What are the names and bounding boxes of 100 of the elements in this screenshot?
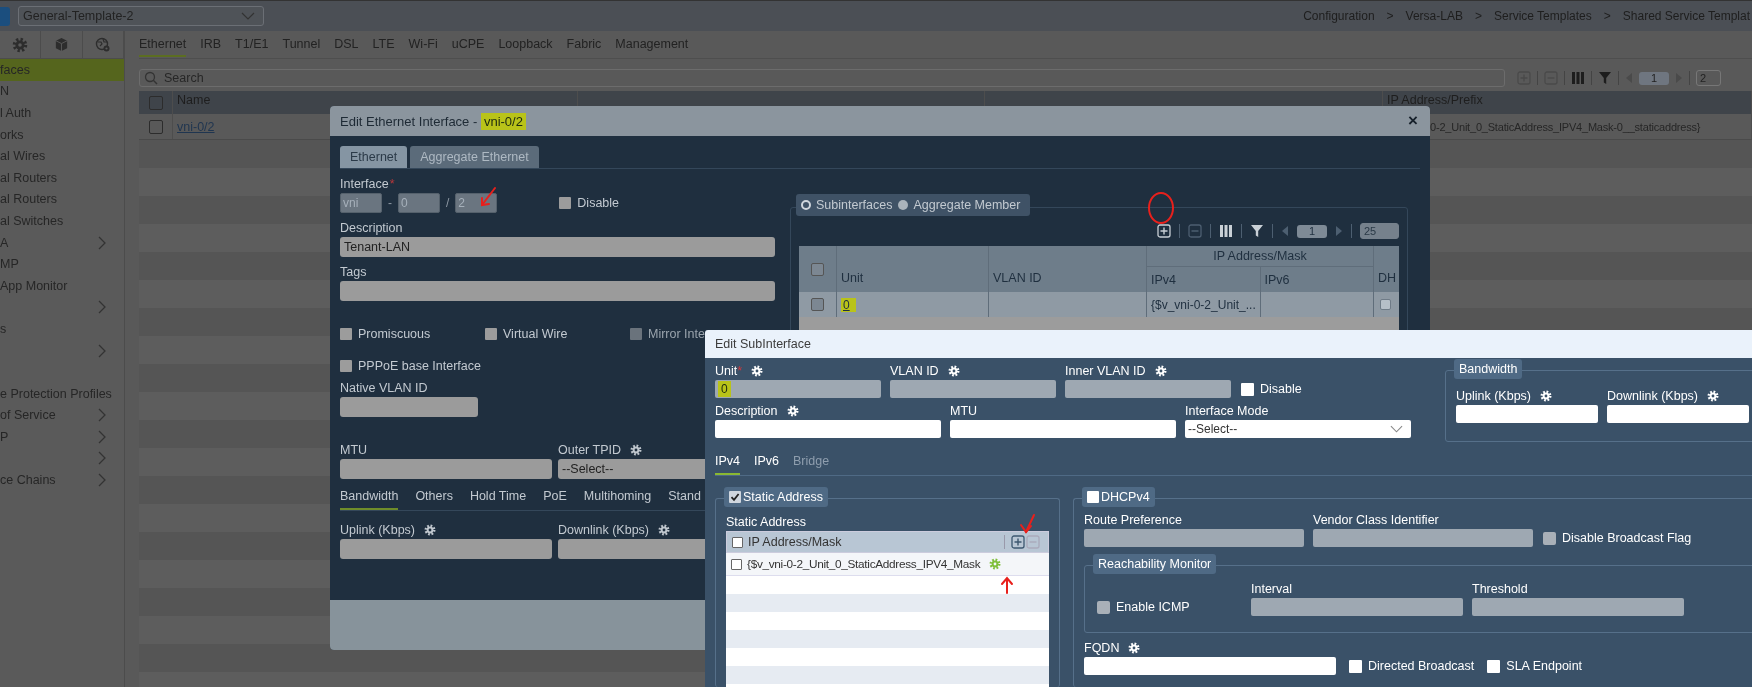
checkbox[interactable] xyxy=(485,328,497,340)
checkbox[interactable] xyxy=(811,298,824,311)
page-number-field[interactable]: 1 xyxy=(1639,71,1669,85)
tab[interactable]: Stand xyxy=(668,485,701,510)
input-field[interactable] xyxy=(1472,598,1684,616)
logo-icon[interactable] xyxy=(0,6,10,26)
tab[interactable]: Loopback xyxy=(498,32,553,57)
tab[interactable]: Aggregate Ethernet xyxy=(410,146,539,168)
breadcrumb-separator: > xyxy=(1603,9,1611,23)
chevron-right-icon[interactable] xyxy=(98,300,106,315)
sidebar-item[interactable]: faces xyxy=(0,62,30,77)
field-label: Interface* xyxy=(340,177,395,191)
select-field[interactable]: --Select-- xyxy=(1185,420,1411,438)
gear-icon[interactable] xyxy=(630,444,642,456)
input-field[interactable] xyxy=(715,420,941,438)
input-field[interactable] xyxy=(340,397,478,417)
gear-icon[interactable] xyxy=(424,524,437,536)
unit-link[interactable]: 0 xyxy=(841,297,856,312)
group-legend: DHCPv4 xyxy=(1101,490,1150,504)
column-header[interactable]: IPv6 xyxy=(1264,272,1290,287)
checkbox-label: Disable xyxy=(577,196,620,210)
input-field[interactable] xyxy=(340,281,775,301)
checkbox[interactable] xyxy=(1241,382,1254,396)
checkbox[interactable] xyxy=(1349,659,1362,673)
tab[interactable]: PoE xyxy=(543,485,567,510)
input-field[interactable] xyxy=(1607,405,1749,423)
previous-icon[interactable] xyxy=(1281,225,1289,237)
checkbox[interactable] xyxy=(732,536,743,548)
tab[interactable]: Ethernet xyxy=(340,146,408,168)
checkbox[interactable] xyxy=(811,262,824,276)
interface-link[interactable]: vni-0/2 xyxy=(177,119,215,134)
group-legend: Bandwidth xyxy=(1454,359,1523,379)
field-label: Static Address xyxy=(726,515,806,529)
input-field[interactable]: 2 xyxy=(455,193,498,213)
gear-icon[interactable] xyxy=(658,524,670,536)
column-header[interactable]: VLAN ID xyxy=(993,271,1042,285)
group-legend: Static Address xyxy=(743,490,823,504)
input-field[interactable] xyxy=(1084,657,1336,675)
filter-icon[interactable] xyxy=(1250,224,1264,238)
input-field[interactable] xyxy=(1084,529,1304,547)
next-icon[interactable] xyxy=(1335,225,1343,237)
input-field[interactable] xyxy=(1251,598,1463,616)
input-field[interactable] xyxy=(340,539,552,559)
chevron-right-icon[interactable] xyxy=(98,451,106,466)
chevron-down-icon xyxy=(241,12,255,20)
dialog-title: Edit Ethernet Interface - vni-0/2 xyxy=(340,113,526,129)
checkbox[interactable] xyxy=(340,360,352,372)
tab[interactable]: Ethernet xyxy=(139,32,187,57)
field-label: Inner VLAN ID xyxy=(1065,364,1146,378)
checkbox[interactable] xyxy=(1097,600,1110,614)
input-field[interactable]: 0 xyxy=(398,193,440,213)
tab[interactable]: Bandwidth xyxy=(340,485,399,510)
checkbox[interactable] xyxy=(1487,659,1501,673)
page-number-field[interactable]: 1 xyxy=(1297,224,1327,238)
checkbox[interactable] xyxy=(340,328,352,340)
input-field[interactable] xyxy=(1065,380,1231,398)
chevron-right-icon[interactable] xyxy=(98,429,106,444)
tab[interactable]: Others xyxy=(415,485,453,510)
field-label: MTU xyxy=(340,443,368,457)
radio-button[interactable] xyxy=(801,200,811,210)
checkbox[interactable] xyxy=(731,558,742,570)
radio-button[interactable] xyxy=(898,200,909,210)
checkbox[interactable] xyxy=(148,119,163,134)
input-field[interactable] xyxy=(1313,529,1533,547)
table-cell: {$v_vni-0-2_Unit_0_StaticAddress_IPV4_Mask xyxy=(747,557,981,571)
column-header[interactable]: Unit xyxy=(841,271,864,285)
column-header[interactable]: IPv4 xyxy=(1151,272,1176,287)
add-icon[interactable] xyxy=(1011,535,1025,549)
chevron-right-icon[interactable] xyxy=(98,408,106,423)
input-field[interactable] xyxy=(950,420,1176,438)
checkbox[interactable] xyxy=(148,95,163,110)
close-button[interactable]: × xyxy=(1408,111,1418,131)
input-field[interactable] xyxy=(890,380,1056,398)
checkbox[interactable] xyxy=(1543,531,1556,545)
remove-icon[interactable] xyxy=(1188,224,1202,238)
tab[interactable]: uCPE xyxy=(451,32,485,57)
input-field[interactable]: vni xyxy=(340,193,382,213)
checkbox[interactable] xyxy=(1380,299,1391,310)
input-field[interactable] xyxy=(340,459,552,479)
annotation-circle xyxy=(1148,192,1174,224)
tab[interactable]: Multihoming xyxy=(583,485,652,510)
tab[interactable]: Hold Time xyxy=(469,485,527,510)
field-label: Description xyxy=(340,221,403,235)
chevron-right-icon[interactable] xyxy=(98,343,106,358)
chevron-right-icon[interactable] xyxy=(98,473,106,488)
chevron-right-icon[interactable] xyxy=(98,235,106,250)
input-field[interactable] xyxy=(1456,405,1598,423)
tab[interactable]: Wi-Fi xyxy=(408,32,438,57)
columns-icon[interactable] xyxy=(1219,224,1233,238)
field-label: Description xyxy=(715,404,778,418)
input-field[interactable]: Tenant-LAN xyxy=(340,237,775,257)
checkbox-label: Promiscuous xyxy=(358,327,431,341)
tab[interactable]: IPv4 xyxy=(715,454,740,475)
checkbox[interactable] xyxy=(559,197,572,209)
column-header[interactable]: DH xyxy=(1378,271,1397,285)
input-field[interactable]: 0 xyxy=(715,380,881,398)
tab[interactable]: Fabric xyxy=(566,32,602,57)
checkbox[interactable] xyxy=(729,491,741,503)
page-size-field[interactable]: 25 xyxy=(1360,223,1399,239)
checkbox[interactable] xyxy=(1087,491,1099,503)
